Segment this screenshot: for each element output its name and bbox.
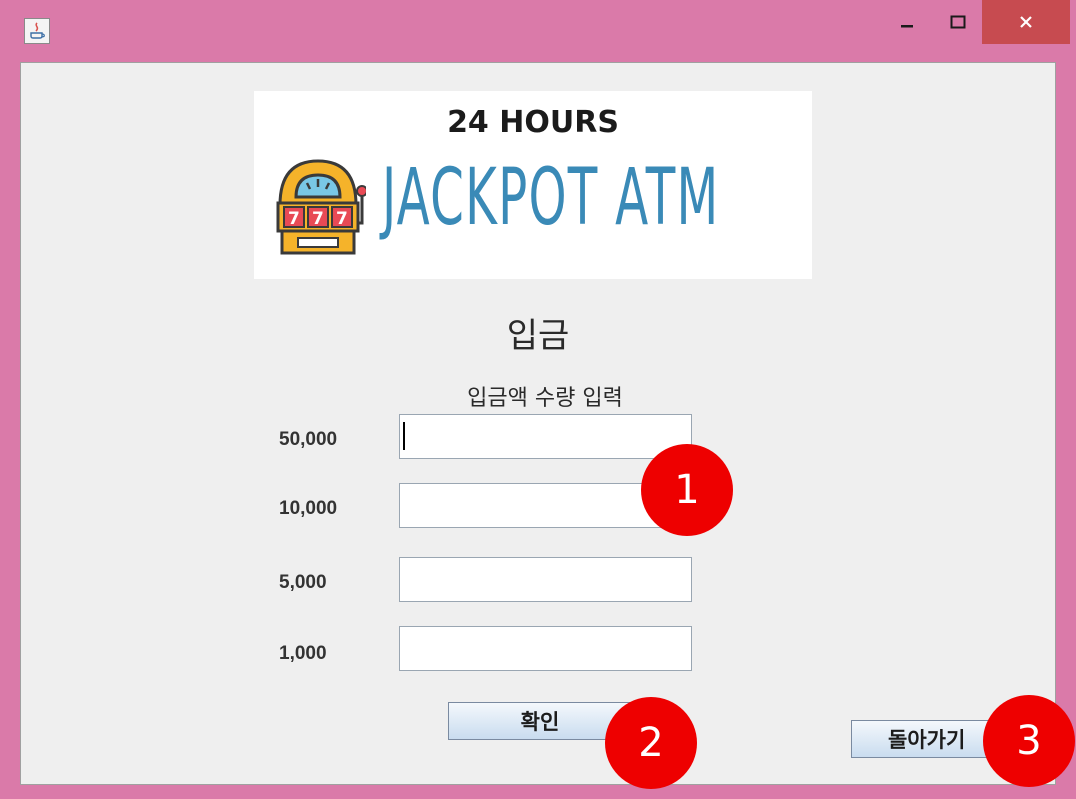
denomination-label: 10,000 xyxy=(279,498,338,519)
slot-machine-icon: 7 7 7 xyxy=(276,159,366,255)
jackpot-atm-logo: 24 HOURS 7 7 7 JACKPOT ATM xyxy=(254,91,812,279)
close-icon xyxy=(1020,16,1032,28)
title-bar[interactable] xyxy=(0,0,1076,62)
quantity-input-1000[interactable] xyxy=(399,626,692,671)
annotation-marker-1: 1 xyxy=(641,444,733,536)
page-subtitle: 입금액 수량 입력 xyxy=(467,386,623,411)
logo-tagline: 24 HOURS xyxy=(447,105,619,140)
svg-text:7: 7 xyxy=(336,209,348,229)
denomination-label: 5,000 xyxy=(279,572,327,593)
close-button[interactable] xyxy=(982,0,1070,44)
logo-title: JACKPOT ATM xyxy=(382,153,720,243)
page-title: 입금 xyxy=(506,316,570,356)
svg-text:7: 7 xyxy=(288,209,300,229)
app-window: 24 HOURS 7 7 7 JACKPOT ATM 입금 입금액 수량 입력 … xyxy=(0,0,1076,799)
maximize-button[interactable] xyxy=(938,0,978,44)
denomination-label: 1,000 xyxy=(279,643,327,664)
annotation-marker-3: 3 xyxy=(983,695,1075,787)
svg-text:7: 7 xyxy=(312,209,324,229)
minimize-button[interactable] xyxy=(888,0,926,44)
annotation-marker-2: 2 xyxy=(605,697,697,789)
java-app-icon xyxy=(24,18,50,44)
denomination-label: 50,000 xyxy=(279,429,338,450)
maximize-icon xyxy=(950,15,966,29)
quantity-input-5000[interactable] xyxy=(399,557,692,602)
minimize-icon xyxy=(901,25,913,28)
back-button[interactable]: 돌아가기 xyxy=(851,720,1005,758)
confirm-button[interactable]: 확인 xyxy=(448,702,632,740)
quantity-input-50000[interactable] xyxy=(399,414,692,459)
text-caret xyxy=(403,422,405,450)
